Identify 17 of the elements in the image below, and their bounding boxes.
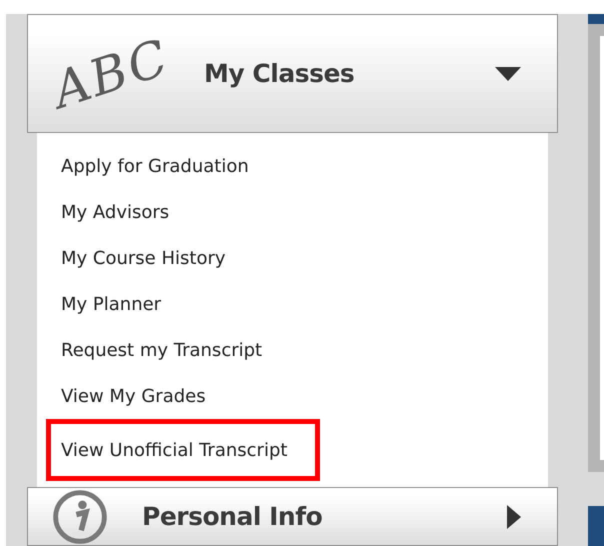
menu-link[interactable]: Request my Transcript [61,327,262,374]
header-bar [588,506,604,546]
menu-title: My Classes [204,59,356,88]
header-bar [588,14,604,24]
caret-right-icon [507,504,521,529]
menu-link[interactable]: View My Grades [61,373,206,420]
chalk-logo: ABC [46,28,176,120]
menu-link[interactable]: My Advisors [61,189,170,236]
menu-title: Personal Info [142,502,324,532]
menu-link[interactable]: My Course History [61,235,226,282]
menu-link[interactable]: My Planner [61,281,162,328]
menu-link[interactable]: Apply for Graduation [61,143,249,190]
menu-header[interactable]: ABC My Classes [27,14,558,134]
menu-link[interactable]: View Unofficial Transcript [46,419,320,482]
caret-down-icon [495,66,521,81]
info-icon [52,488,108,545]
menu-header[interactable]: Personal Info [27,487,558,546]
